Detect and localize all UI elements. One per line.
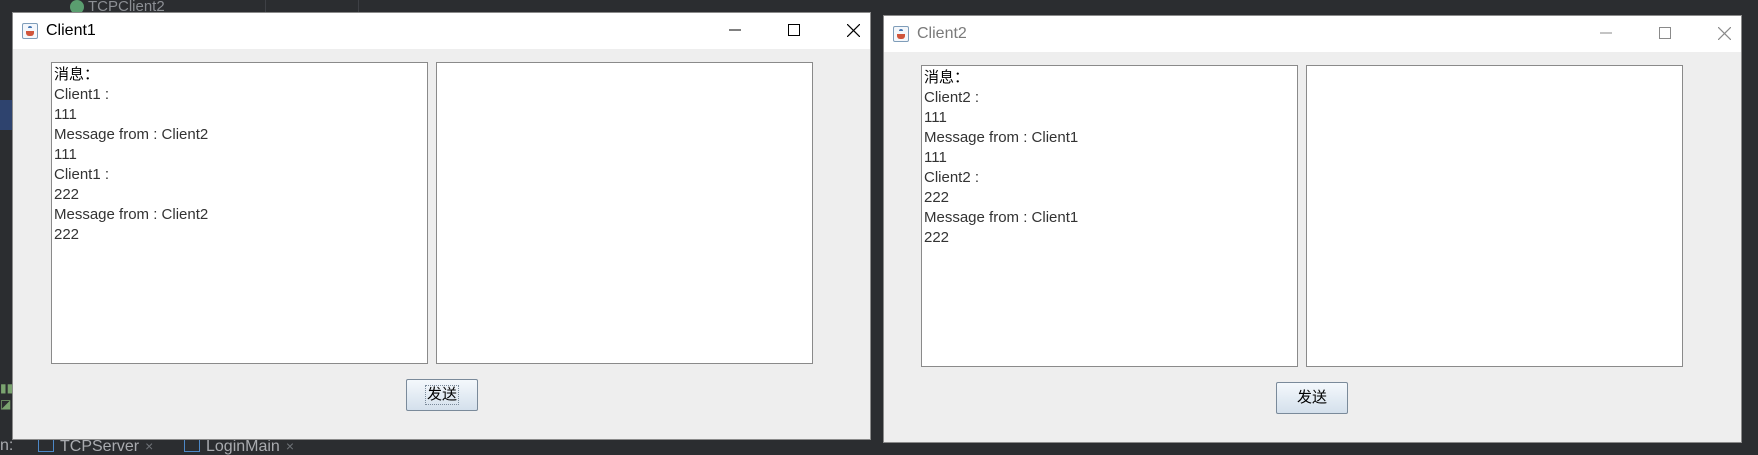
- maximize-button[interactable]: [1642, 16, 1688, 48]
- chat-line: Client2 :: [924, 89, 980, 106]
- chat-line: 222: [54, 186, 80, 203]
- chat-line: Client2 :: [924, 169, 980, 186]
- maximize-icon: [1659, 27, 1671, 39]
- title-bar[interactable]: Client1: [13, 13, 870, 49]
- chat-line: 消息：: [54, 66, 100, 83]
- send-button[interactable]: 发送: [1276, 382, 1348, 414]
- chat-line: 111: [924, 149, 947, 166]
- close-button[interactable]: [830, 13, 876, 45]
- chat-line: 222: [924, 229, 950, 246]
- run-tab-loginmain[interactable]: LoginMain ×: [184, 438, 294, 455]
- chat-line: 消息：: [924, 69, 970, 86]
- minimize-icon: [729, 29, 741, 31]
- run-config-icon: [184, 438, 200, 452]
- run-tab-tcpserver[interactable]: TCPServer ×: [38, 438, 153, 455]
- chat-history-area[interactable]: 消息： Client2 : 111 Message from : Client1…: [921, 65, 1298, 367]
- chat-line: Message from : Client1: [924, 209, 1079, 226]
- window-title: Client1: [46, 22, 96, 39]
- message-input-area[interactable]: [1306, 65, 1683, 367]
- java-cup-icon[interactable]: [893, 26, 909, 42]
- chat-line: Message from : Client2: [54, 206, 209, 223]
- maximize-icon: [788, 24, 800, 36]
- chat-line: 111: [54, 146, 77, 163]
- chat-line: Client1 :: [54, 166, 110, 183]
- maximize-button[interactable]: [771, 13, 817, 45]
- minimize-icon: [1600, 32, 1612, 34]
- close-tab-icon[interactable]: ×: [286, 438, 294, 454]
- close-icon: [1718, 27, 1731, 40]
- chat-line: 222: [924, 189, 950, 206]
- content-pane: 消息： Client2 : 111 Message from : Client1…: [884, 52, 1741, 442]
- close-icon: [847, 24, 860, 37]
- chat-line: 222: [54, 226, 80, 243]
- chat-line: Client1 :: [54, 86, 110, 103]
- window-title: Client2: [917, 25, 967, 42]
- close-tab-icon[interactable]: ×: [145, 438, 153, 454]
- client2-window: Client2 消息： Client2 : 111 Message from :…: [883, 15, 1742, 443]
- chat-history-area[interactable]: 消息： Client1 : 111 Message from : Client2…: [51, 62, 428, 364]
- chat-line: Message from : Client1: [924, 129, 1079, 146]
- minimize-button[interactable]: [1583, 16, 1629, 48]
- client1-window: Client1 消息： Client1 : 111 Message from :…: [12, 12, 871, 440]
- message-input-area[interactable]: [436, 62, 813, 364]
- chat-line: Message from : Client2: [54, 126, 209, 143]
- run-label: n:: [0, 437, 14, 454]
- content-pane: 消息： Client1 : 111 Message from : Client2…: [13, 49, 870, 439]
- close-button[interactable]: [1701, 16, 1747, 48]
- run-config-icon: [38, 438, 54, 452]
- minimize-button[interactable]: [712, 13, 758, 45]
- title-bar[interactable]: Client2: [884, 16, 1741, 52]
- chat-line: 111: [54, 106, 77, 123]
- send-button[interactable]: 发送: [406, 379, 478, 411]
- chat-line: 111: [924, 109, 947, 126]
- java-cup-icon[interactable]: [22, 23, 38, 39]
